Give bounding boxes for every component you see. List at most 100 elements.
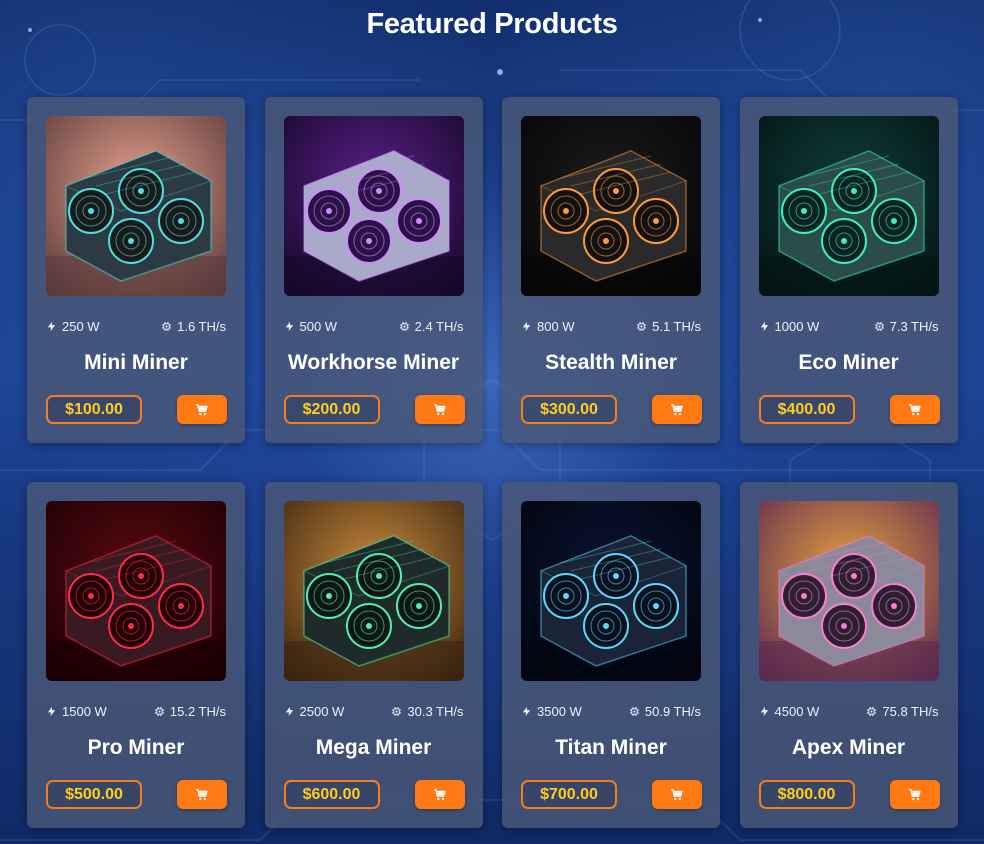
product-image[interactable] xyxy=(283,116,464,296)
product-name[interactable]: Titan Miner xyxy=(502,736,720,760)
product-specs: 500 W 2.4 TH/s xyxy=(284,319,464,334)
lightning-bolt-icon xyxy=(759,706,770,717)
chip-icon xyxy=(399,321,410,332)
power-spec: 800 W xyxy=(521,319,575,334)
hashrate-value: 30.3 TH/s xyxy=(407,704,464,719)
price-badge: $200.00 xyxy=(283,395,380,424)
product-name[interactable]: Stealth Miner xyxy=(502,351,720,375)
add-to-cart-button[interactable] xyxy=(652,395,702,424)
product-card: 250 W 1.6 TH/s Mini Miner $100.00 xyxy=(27,97,245,443)
product-specs: 800 W 5.1 TH/s xyxy=(521,319,701,334)
price-badge: $300.00 xyxy=(521,395,617,424)
hashrate-spec: 1.6 TH/s xyxy=(161,319,226,334)
hashrate-value: 15.2 TH/s xyxy=(169,704,226,719)
shopping-cart-icon xyxy=(195,788,209,802)
hashrate-spec: 75.8 TH/s xyxy=(866,704,939,719)
add-to-cart-button[interactable] xyxy=(889,395,940,424)
hashrate-spec: 50.9 TH/s xyxy=(629,704,701,719)
add-to-cart-button[interactable] xyxy=(889,780,940,809)
lightning-bolt-icon xyxy=(46,321,57,332)
product-image[interactable] xyxy=(521,116,701,296)
product-specs: 250 W 1.6 TH/s xyxy=(46,319,226,334)
add-to-cart-button[interactable] xyxy=(414,395,465,424)
power-spec: 4500 W xyxy=(759,704,820,719)
product-grid: 250 W 1.6 TH/s Mini Miner $100.00 500 W … xyxy=(27,97,958,828)
chip-icon xyxy=(874,321,885,332)
power-value: 4500 W xyxy=(774,704,820,719)
chip-icon xyxy=(636,321,647,332)
product-image[interactable] xyxy=(46,116,226,296)
product-specs: 1500 W 15.2 TH/s xyxy=(46,704,226,719)
product-image[interactable] xyxy=(758,116,939,296)
product-card: 500 W 2.4 TH/s Workhorse Miner $200.00 xyxy=(264,97,483,443)
lightning-bolt-icon xyxy=(759,321,770,332)
add-to-cart-button[interactable] xyxy=(652,780,702,809)
power-value: 2500 W xyxy=(299,704,345,719)
product-card: 1000 W 7.3 TH/s Eco Miner $400.00 xyxy=(739,97,958,443)
hashrate-value: 7.3 TH/s xyxy=(889,319,939,334)
lightning-bolt-icon xyxy=(521,321,532,332)
hashrate-spec: 15.2 TH/s xyxy=(154,704,226,719)
add-to-cart-button[interactable] xyxy=(414,780,465,809)
product-image[interactable] xyxy=(521,501,701,681)
power-value: 250 W xyxy=(62,319,100,334)
hashrate-spec: 2.4 TH/s xyxy=(399,319,464,334)
product-name[interactable]: Workhorse Miner xyxy=(265,351,483,375)
hashrate-spec: 7.3 TH/s xyxy=(874,319,939,334)
power-spec: 2500 W xyxy=(284,704,345,719)
power-spec: 500 W xyxy=(284,319,338,334)
power-spec: 1500 W xyxy=(46,704,107,719)
hashrate-value: 2.4 TH/s xyxy=(414,319,464,334)
power-value: 500 W xyxy=(299,319,338,334)
add-to-cart-button[interactable] xyxy=(177,780,227,809)
price-badge: $800.00 xyxy=(758,780,855,809)
price-badge: $700.00 xyxy=(521,780,617,809)
power-spec: 1000 W xyxy=(759,319,820,334)
shopping-cart-icon xyxy=(670,788,684,802)
hashrate-value: 50.9 TH/s xyxy=(644,704,701,719)
power-value: 3500 W xyxy=(537,704,582,719)
product-image[interactable] xyxy=(758,501,939,681)
chip-icon xyxy=(391,706,402,717)
product-image[interactable] xyxy=(46,501,226,681)
product-name[interactable]: Eco Miner xyxy=(740,351,958,375)
product-card: 4500 W 75.8 TH/s Apex Miner $800.00 xyxy=(739,482,958,828)
hashrate-value: 5.1 TH/s xyxy=(652,319,701,334)
product-image[interactable] xyxy=(283,501,464,681)
hashrate-spec: 30.3 TH/s xyxy=(391,704,464,719)
price-badge: $400.00 xyxy=(758,395,855,424)
price-badge: $100.00 xyxy=(46,395,142,424)
power-value: 1500 W xyxy=(62,704,107,719)
product-name[interactable]: Apex Miner xyxy=(740,736,958,760)
product-specs: 4500 W 75.8 TH/s xyxy=(759,704,939,719)
product-card: 1500 W 15.2 TH/s Pro Miner $500.00 xyxy=(27,482,245,828)
shopping-cart-icon xyxy=(195,403,209,417)
product-specs: 3500 W 50.9 TH/s xyxy=(521,704,701,719)
product-name[interactable]: Mega Miner xyxy=(265,736,483,760)
product-name[interactable]: Pro Miner xyxy=(27,736,245,760)
price-badge: $600.00 xyxy=(283,780,380,809)
lightning-bolt-icon xyxy=(521,706,532,717)
shopping-cart-icon xyxy=(433,788,447,802)
hashrate-value: 1.6 TH/s xyxy=(177,319,226,334)
shopping-cart-icon xyxy=(670,403,684,417)
product-specs: 1000 W 7.3 TH/s xyxy=(759,319,939,334)
shopping-cart-icon xyxy=(433,403,447,417)
add-to-cart-button[interactable] xyxy=(177,395,227,424)
lightning-bolt-icon xyxy=(284,706,295,717)
chip-icon xyxy=(629,706,640,717)
lightning-bolt-icon xyxy=(46,706,57,717)
shopping-cart-icon xyxy=(908,403,922,417)
lightning-bolt-icon xyxy=(284,321,295,332)
power-value: 800 W xyxy=(537,319,575,334)
hashrate-spec: 5.1 TH/s xyxy=(636,319,701,334)
page-title: Featured Products xyxy=(366,8,618,40)
product-name[interactable]: Mini Miner xyxy=(27,351,245,375)
chip-icon xyxy=(154,706,165,717)
product-specs: 2500 W 30.3 TH/s xyxy=(284,704,464,719)
product-card: 800 W 5.1 TH/s Stealth Miner $300.00 xyxy=(502,97,720,443)
product-card: 3500 W 50.9 TH/s Titan Miner $700.00 xyxy=(502,482,720,828)
product-card: 2500 W 30.3 TH/s Mega Miner $600.00 xyxy=(264,482,483,828)
power-spec: 3500 W xyxy=(521,704,582,719)
power-value: 1000 W xyxy=(774,319,820,334)
